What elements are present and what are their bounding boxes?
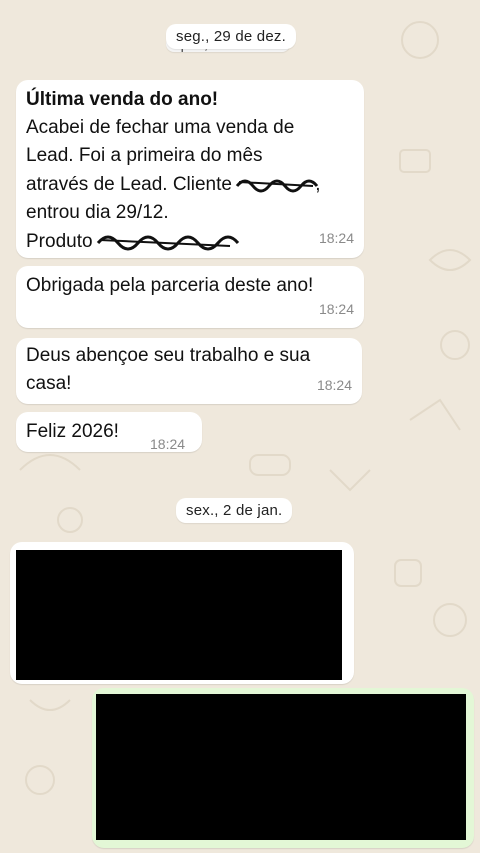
date-separator: seg., 29 de dez. [166, 24, 296, 49]
message-time: 18:24 [318, 301, 354, 317]
message-line: Deus abençoe seu trabalho e sua [26, 345, 311, 366]
message-bubble[interactable]: Última venda do ano! Acabei de fechar um… [16, 80, 364, 258]
message-text: Obrigada pela parceria deste ano! [26, 275, 314, 296]
message-heading: Última venda do ano! [26, 89, 219, 110]
message-time: 18:24 [318, 230, 354, 246]
message-text: Feliz 2026! [26, 421, 119, 442]
message-line: Acabei de fechar uma venda de [26, 117, 295, 138]
message-time: 18:24 [150, 436, 186, 452]
message-time: 18:24 [316, 377, 352, 393]
redacted-message-bubble[interactable] [92, 688, 474, 848]
redacted-message-bubble[interactable] [10, 542, 354, 684]
message-line: através de Lead. Cliente , [26, 170, 321, 199]
message-bubble[interactable]: Deus abençoe seu trabalho e sua casa! 18… [16, 338, 362, 404]
redaction-box [16, 550, 342, 680]
redacted-scribble [96, 227, 239, 251]
message-line: Produto [26, 227, 321, 256]
redaction-box [96, 694, 466, 840]
date-separator: sex., 2 de jan. [176, 498, 293, 523]
message-bubble[interactable]: Feliz 2026! 18:24 [16, 412, 202, 452]
message-line: Lead. Foi a primeira do mês [26, 145, 263, 166]
redacted-scribble [236, 170, 319, 193]
message-line: entrou dia 29/12. [26, 202, 169, 223]
message-line: casa! [26, 373, 72, 394]
message-bubble[interactable]: Obrigada pela parceria deste ano! 18:24 [16, 266, 364, 328]
